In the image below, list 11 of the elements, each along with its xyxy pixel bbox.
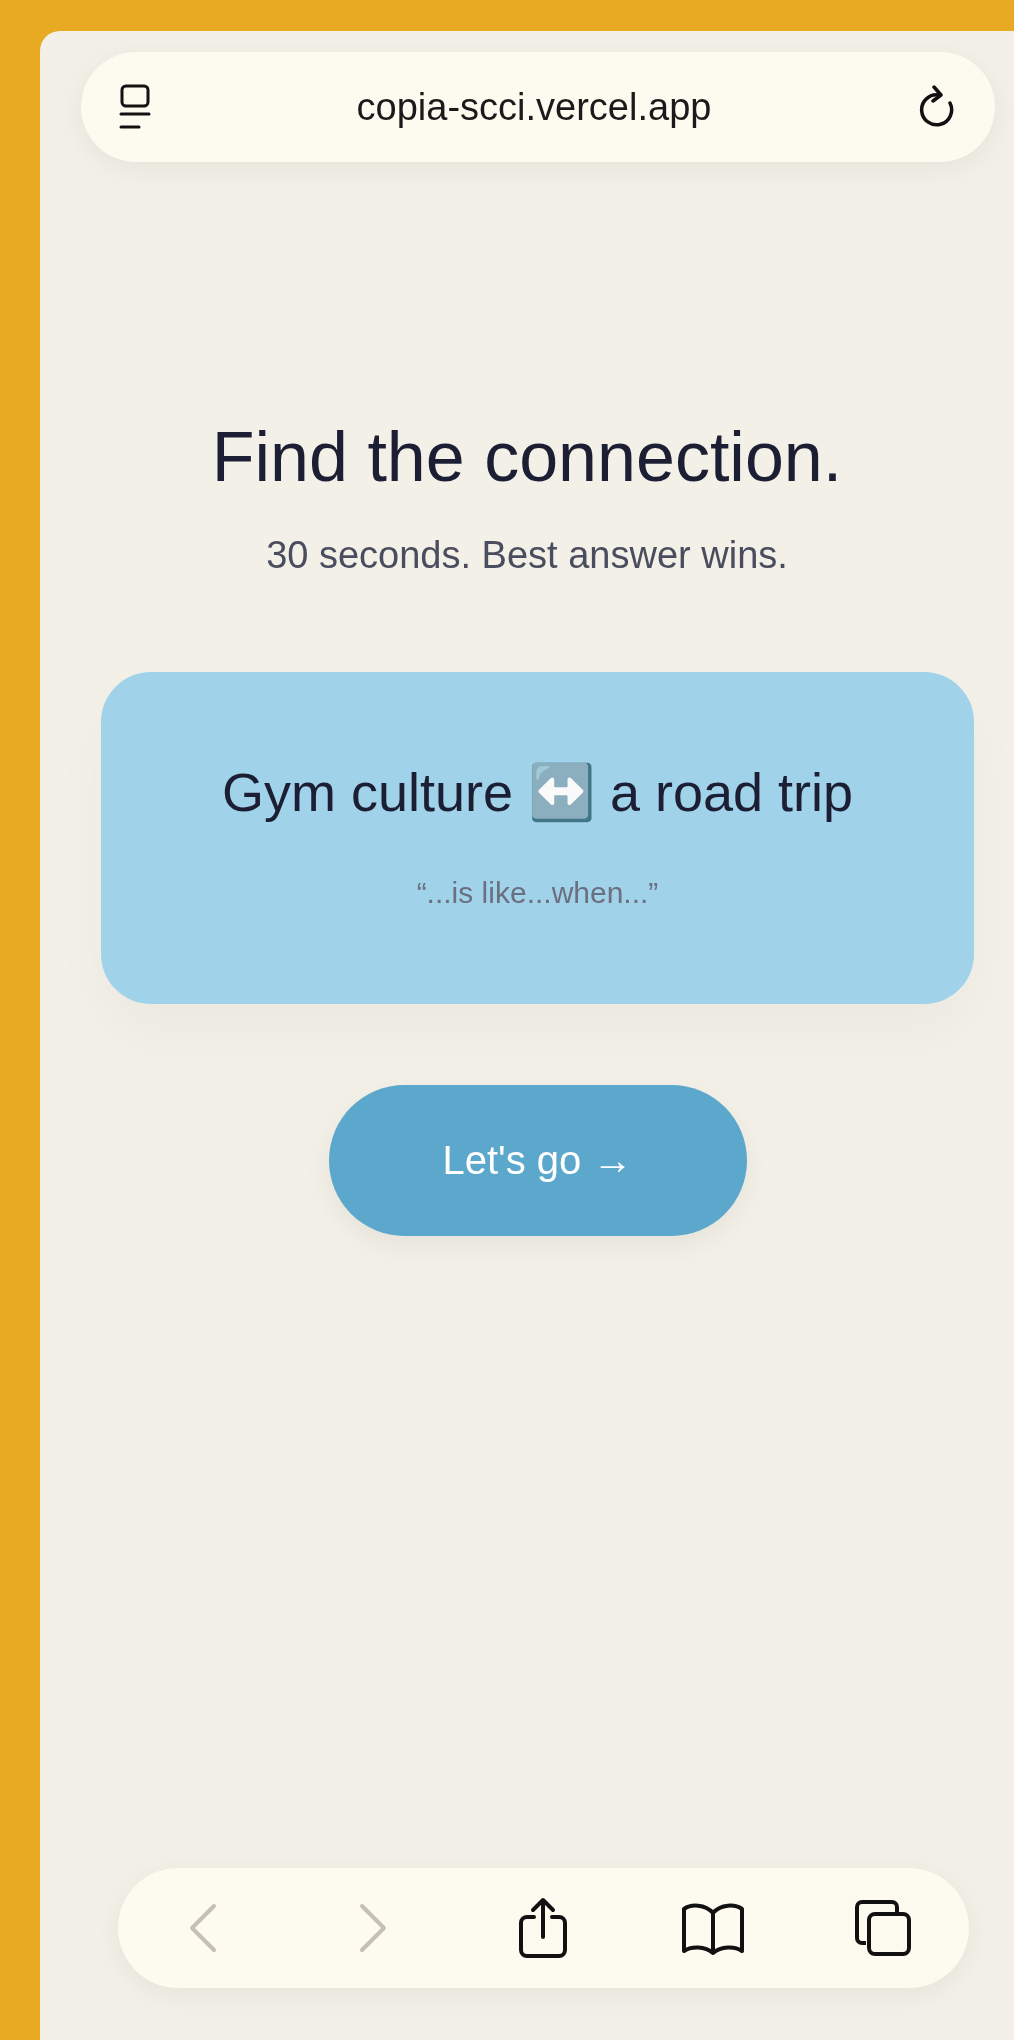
address-bar[interactable]: copia-scci.vercel.app — [81, 52, 995, 162]
prompt-hint: “...is like...when...” — [416, 875, 659, 912]
url-text[interactable]: copia-scci.vercel.app — [151, 78, 917, 136]
reader-icon[interactable] — [119, 84, 151, 130]
page-subheading: 30 seconds. Best answer wins. — [266, 533, 788, 578]
page-heading: Find the connection. — [211, 417, 843, 498]
book-icon[interactable] — [681, 1901, 746, 1955]
prompt-title: Gym culture ↔ a road trip — [221, 760, 854, 824]
reload-icon[interactable] — [917, 85, 955, 129]
tabs-icon[interactable] — [854, 1899, 913, 1957]
share-icon[interactable] — [518, 1897, 568, 1959]
